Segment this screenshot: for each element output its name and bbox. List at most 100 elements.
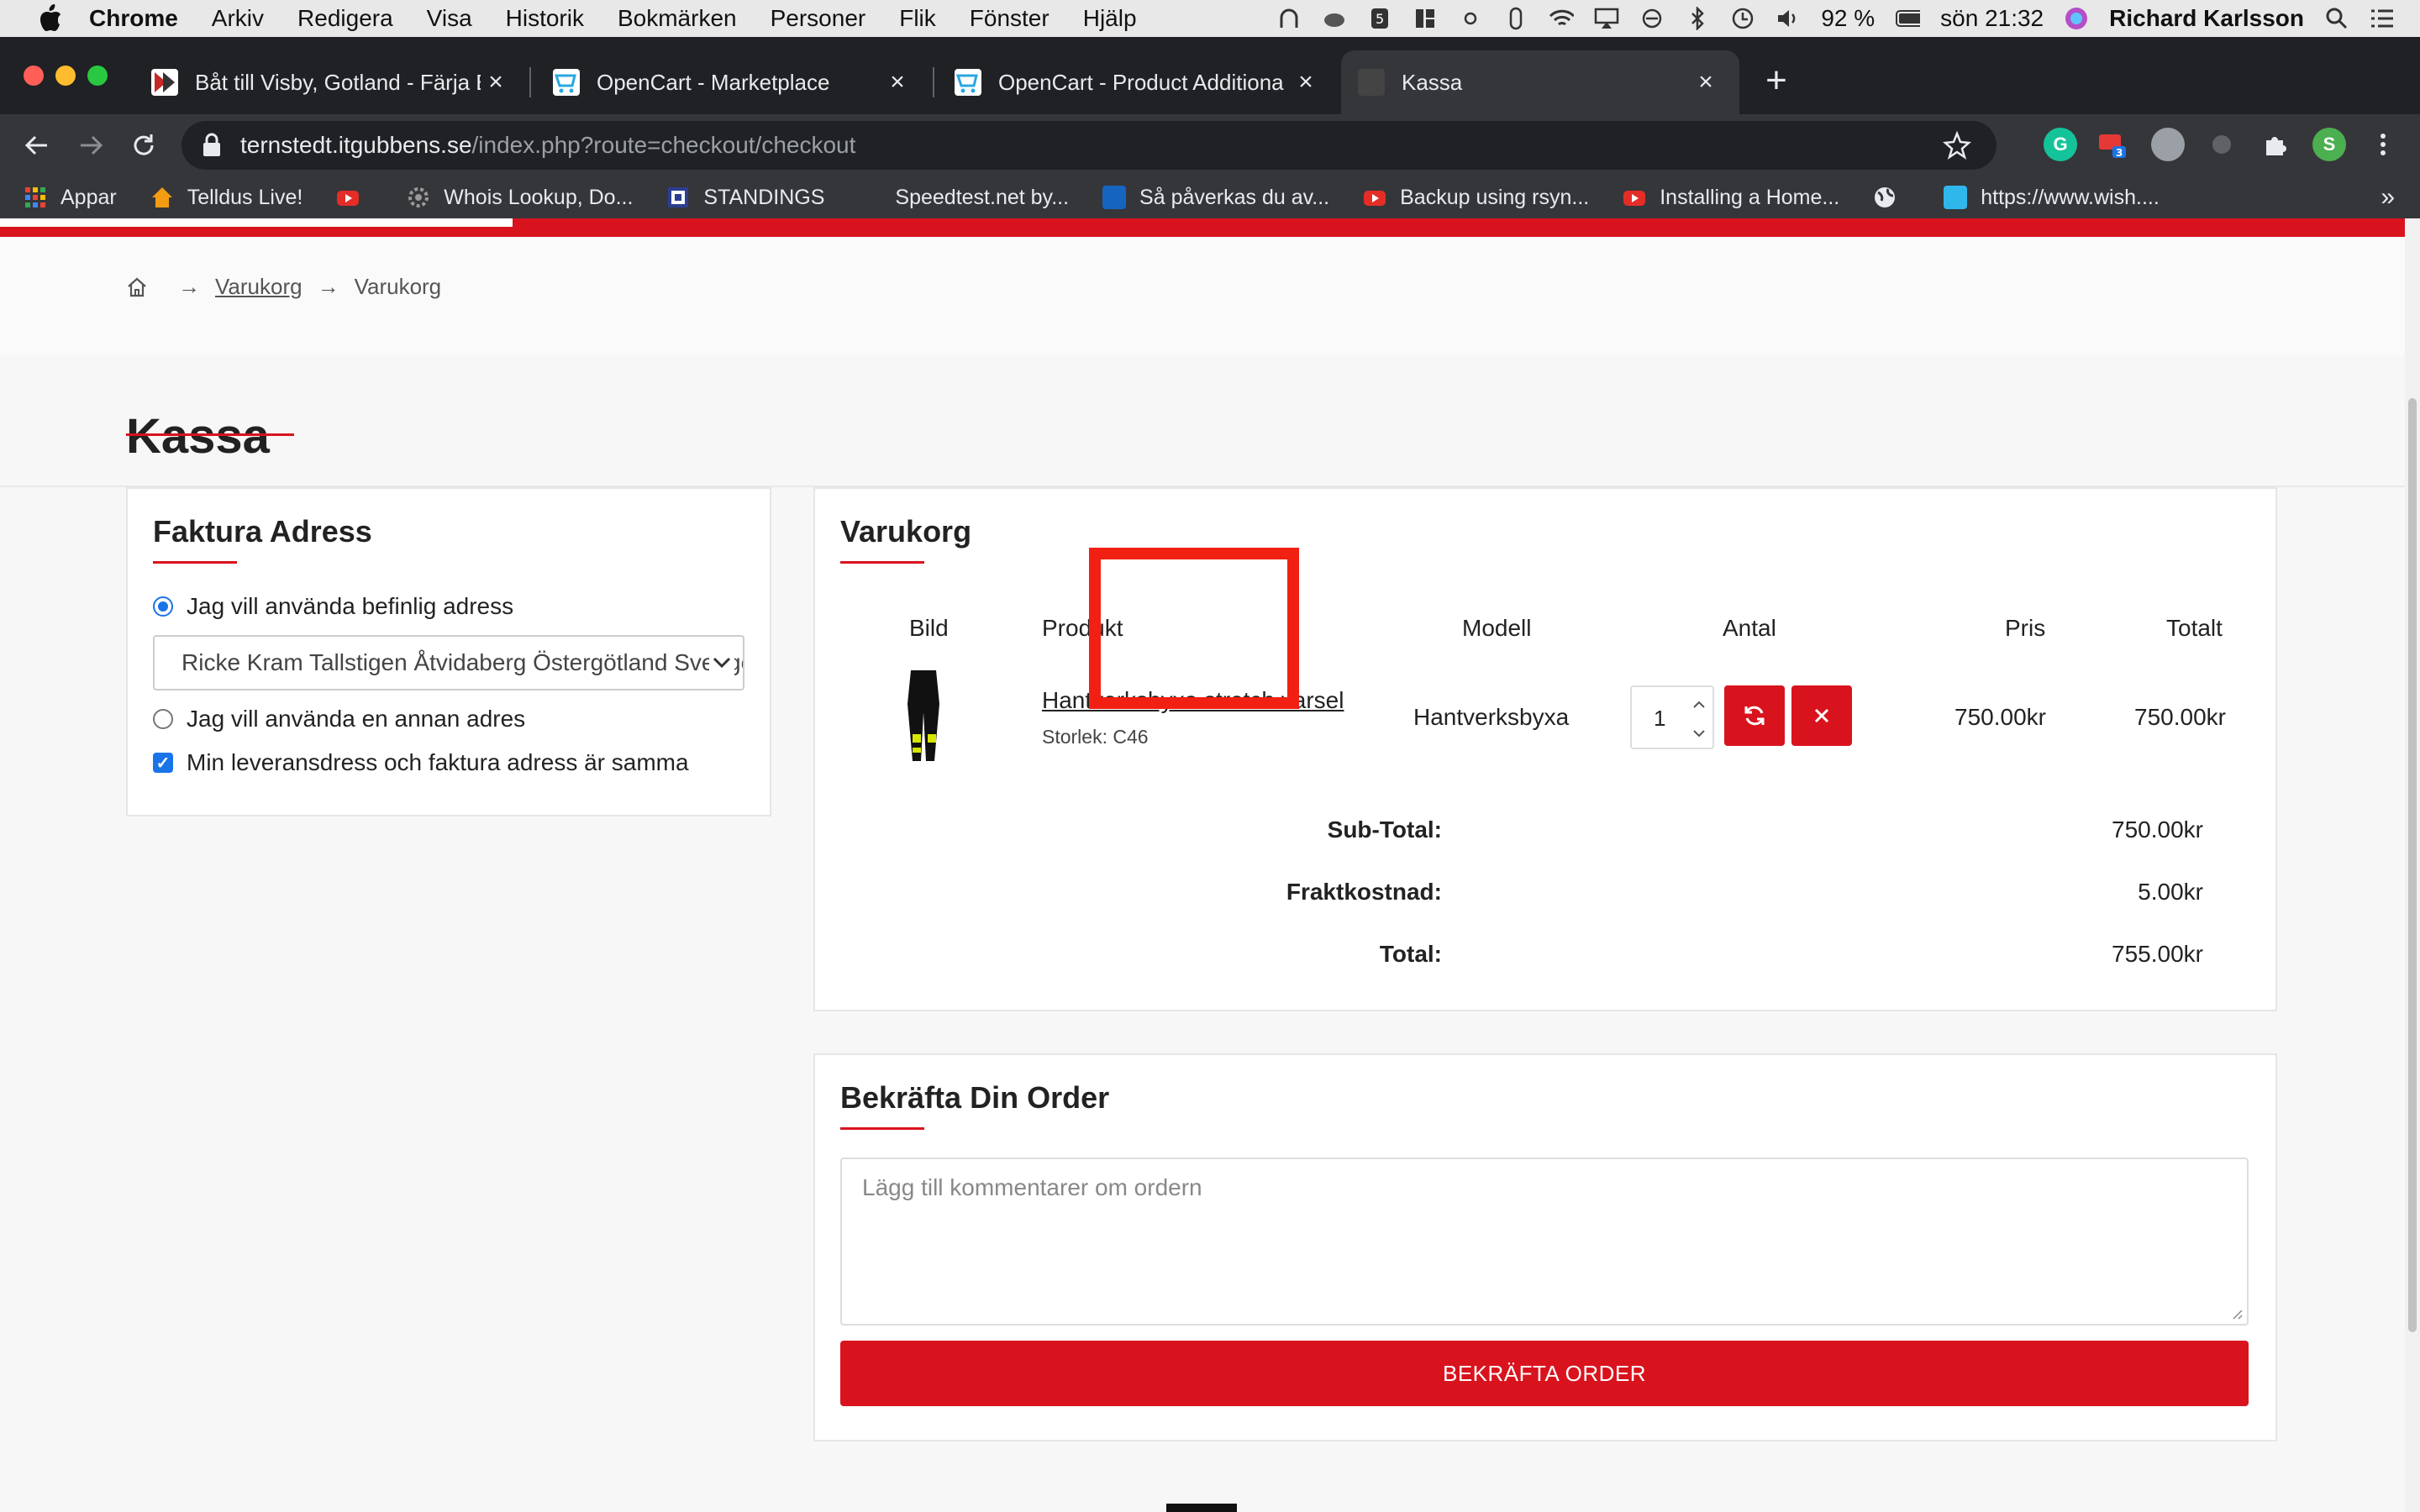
home-icon[interactable] — [126, 276, 148, 298]
menu-flik[interactable]: Flik — [899, 5, 936, 32]
tab-kassa[interactable]: Kassa × — [1341, 50, 1739, 114]
apple-icon[interactable] — [34, 2, 67, 35]
bookmark-speedtest[interactable]: Speedtest.net by... — [858, 186, 1069, 210]
notification-center-icon[interactable] — [2370, 6, 2395, 31]
youtube-icon — [1623, 186, 1646, 209]
breadcrumb-link-cart[interactable]: Varukorg — [215, 274, 302, 300]
extension-gray-icon[interactable] — [2205, 128, 2238, 161]
menu-fonster[interactable]: Fönster — [970, 5, 1050, 32]
radio-existing-address[interactable]: Jag vill använda befinlig adress — [153, 593, 513, 620]
menu-app-name[interactable]: Chrome — [89, 5, 178, 32]
forward-button[interactable] — [71, 124, 113, 166]
profile-avatar[interactable]: S — [2312, 128, 2346, 161]
tab-close-icon[interactable]: × — [1291, 67, 1321, 97]
quantity-spinner[interactable] — [1689, 692, 1709, 746]
user-name[interactable]: Richard Karlsson — [2109, 5, 2304, 32]
column-header-model: Modell — [1462, 615, 1532, 641]
menu-redigera[interactable]: Redigera — [297, 5, 393, 32]
zoom-window-button[interactable] — [87, 66, 108, 86]
bookmark-youtube[interactable] — [336, 186, 373, 209]
time-machine-icon[interactable] — [1730, 6, 1755, 31]
refresh-icon — [1744, 706, 1765, 726]
menu-hjalp[interactable]: Hjälp — [1083, 5, 1137, 32]
scrollbar-thumb[interactable] — [2408, 398, 2417, 1332]
menu-bokmarken[interactable]: Bokmärken — [618, 5, 737, 32]
bookmark-telldus[interactable]: Telldus Live! — [150, 186, 302, 210]
radio-button[interactable] — [153, 596, 173, 617]
bookmark-star-icon[interactable] — [1943, 131, 1971, 160]
tab-close-icon[interactable]: × — [882, 67, 913, 97]
resize-grip-icon[interactable] — [2230, 1307, 2244, 1320]
layout-icon[interactable] — [1413, 6, 1438, 31]
bookmark-installing-home[interactable]: Installing a Home... — [1623, 186, 1839, 210]
quantity-stepper[interactable]: 1 — [1630, 685, 1714, 749]
extension-badge-icon[interactable]: 3 — [2096, 128, 2129, 161]
bookmark-label: Appar — [60, 185, 117, 209]
bookmark-sa-paverkas[interactable]: Så påverkas du av... — [1102, 186, 1329, 210]
checkbox-checked[interactable]: ✓ — [153, 753, 173, 773]
menu-visa[interactable]: Visa — [427, 5, 472, 32]
chrome-menu-icon[interactable] — [2366, 128, 2400, 161]
back-button[interactable] — [15, 124, 57, 166]
radio-button[interactable] — [153, 709, 173, 729]
airplay-icon[interactable] — [1594, 6, 1619, 31]
paperclip-icon[interactable] — [1503, 6, 1528, 31]
bluetooth-icon[interactable] — [1685, 6, 1710, 31]
radio-new-address[interactable]: Jag vill använda en annan adres — [153, 706, 525, 732]
cloud-icon[interactable] — [1322, 6, 1347, 31]
tab-opencart-marketplace[interactable]: OpenCart - Marketplace × — [536, 50, 931, 114]
wifi-icon[interactable] — [1549, 6, 1575, 31]
column-header-total: Totalt — [2166, 615, 2223, 641]
confirm-order-button[interactable]: BEKRÄFTA ORDER — [840, 1341, 2249, 1406]
update-cart-button[interactable] — [1724, 685, 1785, 746]
chevron-down-icon — [709, 650, 734, 675]
same-address-checkbox-row[interactable]: ✓ Min leveransdress och faktura adress ä… — [153, 749, 689, 776]
tab-close-icon[interactable]: × — [1691, 67, 1721, 97]
menu-arkiv[interactable]: Arkiv — [212, 5, 264, 32]
minimize-window-button[interactable] — [55, 66, 76, 86]
close-window-button[interactable] — [24, 66, 44, 86]
page-scrollbar[interactable] — [2405, 218, 2420, 1512]
bookmark-globe[interactable] — [1873, 186, 1910, 209]
radio-label: Jag vill använda befinlig adress — [187, 593, 514, 619]
grammarly-extension-icon[interactable]: G — [2044, 128, 2077, 161]
bookmark-backup-rsync[interactable]: Backup using rsyn... — [1363, 186, 1589, 210]
billing-heading: Faktura Adress — [153, 514, 372, 549]
menu-personer[interactable]: Personer — [771, 5, 866, 32]
new-tab-button[interactable]: + — [1758, 60, 1795, 101]
reload-button[interactable] — [123, 124, 165, 166]
tab-favicon-icon — [553, 69, 580, 96]
extensions-puzzle-icon[interactable] — [2259, 128, 2292, 161]
bookmark-whois[interactable]: Whois Lookup, Do... — [407, 186, 633, 210]
address-bar[interactable]: ternstedt.itgubbens.se/index.php?route=c… — [182, 121, 1996, 170]
menu-historik[interactable]: Historik — [506, 5, 584, 32]
bookmark-apps[interactable]: Appar — [24, 186, 117, 210]
heading-underline — [153, 561, 237, 564]
tab-separator — [933, 67, 934, 97]
shield-icon[interactable]: 5 — [1367, 6, 1392, 31]
do-not-disturb-icon[interactable] — [1639, 6, 1665, 31]
breadcrumb-current: Varukorg — [354, 274, 442, 299]
bookmarks-overflow-button[interactable]: » — [2381, 183, 2395, 212]
address-select[interactable]: Ricke Kram Tallstigen Åtvidaberg Östergö… — [153, 635, 744, 690]
hotspot-icon[interactable] — [1276, 6, 1302, 31]
extension-circle-icon[interactable] — [2151, 128, 2185, 161]
siri-icon[interactable] — [2064, 6, 2089, 31]
product-image[interactable] — [899, 665, 950, 766]
tab-close-icon[interactable]: × — [481, 67, 511, 97]
bookmark-wish[interactable]: https://www.wish.... — [1944, 186, 2160, 210]
bookmark-standings[interactable]: STANDINGS — [666, 186, 824, 210]
spotlight-search-icon[interactable] — [2324, 6, 2349, 31]
standings-icon — [666, 186, 690, 209]
volume-icon[interactable] — [1776, 6, 1801, 31]
tab-visby-ferry[interactable]: Båt till Visby, Gotland - Färja Båt × — [134, 50, 529, 114]
scroll-to-top-button[interactable] — [1166, 1504, 1237, 1512]
battery-icon[interactable] — [1895, 6, 1921, 31]
clock[interactable]: sön 21:32 — [1940, 5, 2044, 32]
billing-address-panel: Faktura Adress Jag vill använda befinlig… — [126, 487, 771, 816]
order-comment-textarea[interactable]: Lägg till kommentarer om ordern — [840, 1158, 2249, 1326]
shipping-label: Fraktkostnad: — [1286, 879, 1442, 905]
remove-item-button[interactable] — [1791, 685, 1852, 746]
brightness-icon[interactable] — [1458, 6, 1483, 31]
tab-opencart-product[interactable]: OpenCart - Product Additional × — [938, 50, 1339, 114]
